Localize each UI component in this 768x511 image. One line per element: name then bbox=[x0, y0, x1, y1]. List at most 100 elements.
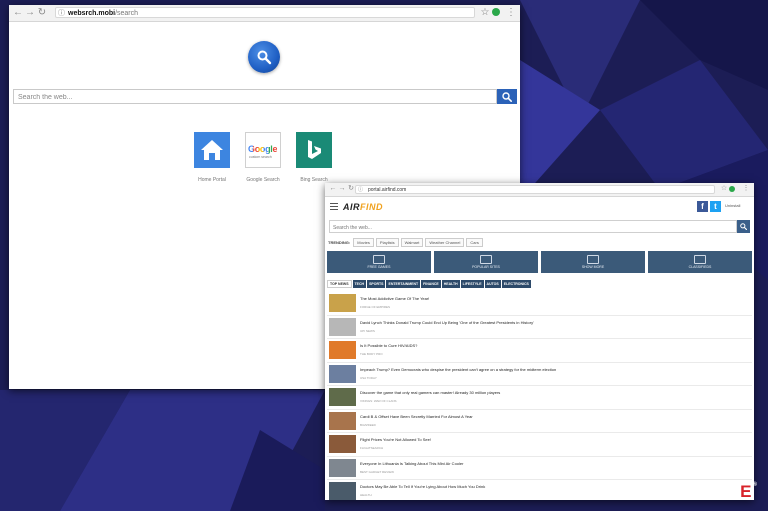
gamepad-icon bbox=[373, 255, 385, 264]
news-headline[interactable]: David Lynch Thinks Donald Trump Could En… bbox=[360, 320, 534, 325]
google-search-tile[interactable]: Google custom search bbox=[245, 132, 281, 168]
trending-chip[interactable]: Playlists bbox=[375, 237, 399, 247]
trending-label: TRENDING: bbox=[328, 239, 351, 245]
news-item[interactable]: Impeach Trump? Even Democrats who despis… bbox=[327, 363, 752, 386]
back-icon[interactable]: ← bbox=[12, 7, 24, 19]
news-thumbnail[interactable] bbox=[329, 482, 356, 500]
tab-top-news[interactable]: TOP NEWS bbox=[327, 280, 352, 288]
search-input[interactable] bbox=[330, 221, 735, 234]
tab-sports[interactable]: SPORTS bbox=[367, 280, 386, 288]
grid-icon bbox=[694, 255, 706, 264]
news-thumbnail[interactable] bbox=[329, 458, 356, 477]
news-thumbnail[interactable] bbox=[329, 388, 356, 406]
news-source: FORGE OF EMPIRES bbox=[360, 305, 391, 309]
news-source: UPI NEWS bbox=[360, 328, 375, 333]
news-source: VIKINGS: WAR OF CLANS bbox=[360, 399, 397, 403]
news-headline[interactable]: Discover the game that only real gamers … bbox=[360, 390, 500, 395]
airfind-logo[interactable]: AIRFIND bbox=[343, 202, 383, 212]
info-icon[interactable]: ⓘ bbox=[358, 186, 363, 194]
browser-window-airfind: ← → ↻ ⓘ portal.airfind.com ☆ ⋮ AIRFIND f… bbox=[325, 183, 754, 500]
news-source: FLIGHTSEARCH bbox=[360, 446, 384, 450]
home-portal-label: Home Portal bbox=[198, 177, 226, 183]
news-item[interactable]: Discover the game that only real gamers … bbox=[327, 386, 752, 410]
watermark-suffix: E bbox=[740, 482, 753, 501]
classifieds-card[interactable]: CLASSIFIEDS bbox=[648, 251, 752, 273]
news-source: THE BODY PRO bbox=[360, 352, 383, 356]
search-input[interactable] bbox=[14, 90, 480, 105]
free-games-card[interactable]: FREE GAMES bbox=[327, 251, 431, 273]
tab-electronics[interactable]: ELECTRONICS bbox=[501, 280, 531, 288]
address-bar[interactable]: ⓘ portal.airfind.com bbox=[355, 185, 715, 194]
search-box bbox=[329, 220, 737, 234]
brand-part1: AIR bbox=[343, 202, 360, 212]
news-source: USA TODAY bbox=[360, 375, 377, 380]
search-box bbox=[13, 89, 497, 105]
news-thumbnail[interactable] bbox=[329, 341, 356, 359]
news-thumbnail[interactable] bbox=[329, 435, 356, 453]
trending-chip[interactable]: Weather Channel bbox=[425, 237, 465, 247]
address-bar[interactable]: ⓘ websrch.mobi/search bbox=[55, 7, 475, 18]
browser-toolbar: ← → ↻ ⓘ websrch.mobi/search ☆ ⋮ bbox=[9, 5, 520, 22]
news-headline[interactable]: The Most Addictive Game Of The Year! bbox=[360, 296, 429, 301]
tab-entertainment[interactable]: ENTERTAINMENT bbox=[386, 280, 421, 288]
url-path: /search bbox=[115, 10, 139, 17]
news-item[interactable]: Everyone In Lithuania Is Talking About T… bbox=[327, 457, 752, 480]
news-headline[interactable]: Everyone In Lithuania Is Talking About T… bbox=[360, 461, 463, 466]
news-item[interactable]: Cardi B & Offset Have Been Secretly Marr… bbox=[327, 410, 752, 433]
menu-icon[interactable]: ⋮ bbox=[740, 183, 752, 195]
tab-lifestyle[interactable]: LIFESTYLE bbox=[460, 280, 484, 288]
show-more-card[interactable]: SHOW MORE bbox=[541, 251, 645, 273]
trending-bar: TRENDING: Movies Playlists Walmart Weath… bbox=[328, 237, 485, 247]
menu-icon[interactable]: ⋮ bbox=[505, 7, 517, 19]
star-icon[interactable]: ☆ bbox=[479, 7, 491, 19]
info-icon[interactable]: ⓘ bbox=[58, 8, 65, 19]
news-thumbnail[interactable] bbox=[329, 364, 356, 383]
news-item[interactable]: Flight Prices You're Not Allowed To See!… bbox=[327, 433, 752, 457]
trending-chip[interactable]: Cars bbox=[466, 237, 483, 247]
hamburger-menu-icon[interactable] bbox=[330, 203, 338, 212]
news-thumbnail[interactable] bbox=[329, 294, 356, 312]
watermark: 2SPYWARE® bbox=[650, 482, 758, 502]
extension-icon[interactable] bbox=[729, 186, 735, 192]
tab-health[interactable]: HEALTH bbox=[441, 280, 460, 288]
quick-cards: FREE GAMES POPULAR SITES SHOW MORE CLASS… bbox=[327, 251, 752, 273]
google-search-label: Google Search bbox=[246, 177, 280, 183]
search-logo-icon bbox=[248, 41, 280, 73]
news-headline[interactable]: Is It Possible to Cure HIV/AIDS? bbox=[360, 343, 417, 348]
news-tabs: TOP NEWS TECH SPORTS ENTERTAINMENT FINAN… bbox=[327, 280, 532, 288]
search-button[interactable] bbox=[737, 220, 750, 233]
news-thumbnail[interactable] bbox=[329, 317, 356, 336]
google-logo-text: Google bbox=[248, 144, 278, 154]
home-icon bbox=[201, 140, 223, 160]
news-headline[interactable]: Flight Prices You're Not Allowed To See! bbox=[360, 437, 431, 442]
browser-icon bbox=[480, 255, 492, 264]
trending-chip[interactable]: Walmart bbox=[400, 237, 424, 247]
news-item[interactable]: Is It Possible to Cure HIV/AIDS? THE BODY… bbox=[327, 339, 752, 363]
url-text: portal.airfind.com bbox=[368, 187, 407, 193]
search-icon bbox=[740, 223, 747, 230]
forward-icon[interactable]: → bbox=[24, 7, 36, 19]
popular-sites-card[interactable]: POPULAR SITES bbox=[434, 251, 538, 273]
news-thumbnail[interactable] bbox=[329, 411, 356, 430]
trending-chip[interactable]: Movies bbox=[353, 237, 374, 247]
news-source: BEST GADGET REVIEW bbox=[360, 469, 394, 474]
extension-icon[interactable] bbox=[492, 8, 500, 16]
news-headline[interactable]: Doctors May Be Able To Tell If You're Ly… bbox=[360, 484, 485, 489]
uninstall-link[interactable]: Uninstall bbox=[725, 203, 740, 208]
news-headline[interactable]: Cardi B & Offset Have Been Secretly Marr… bbox=[360, 414, 473, 419]
tab-autos[interactable]: AUTOS bbox=[484, 280, 501, 288]
watermark-sup: ® bbox=[752, 482, 758, 488]
news-headline[interactable]: Impeach Trump? Even Democrats who despis… bbox=[360, 367, 556, 372]
facebook-icon[interactable]: f bbox=[697, 201, 708, 212]
tab-finance[interactable]: FINANCE bbox=[421, 280, 441, 288]
news-item[interactable]: David Lynch Thinks Donald Trump Could En… bbox=[327, 316, 752, 339]
home-portal-tile[interactable] bbox=[194, 132, 230, 168]
search-button[interactable] bbox=[497, 89, 517, 104]
twitter-icon[interactable]: t bbox=[710, 201, 721, 212]
reload-icon[interactable]: ↻ bbox=[36, 7, 48, 19]
tab-tech[interactable]: TECH bbox=[352, 280, 367, 288]
search-icon bbox=[502, 92, 512, 102]
bing-search-tile[interactable] bbox=[296, 132, 332, 168]
news-item[interactable]: The Most Addictive Game Of The Year! FORG… bbox=[327, 292, 752, 316]
news-source: BUZZFEED bbox=[360, 422, 376, 427]
